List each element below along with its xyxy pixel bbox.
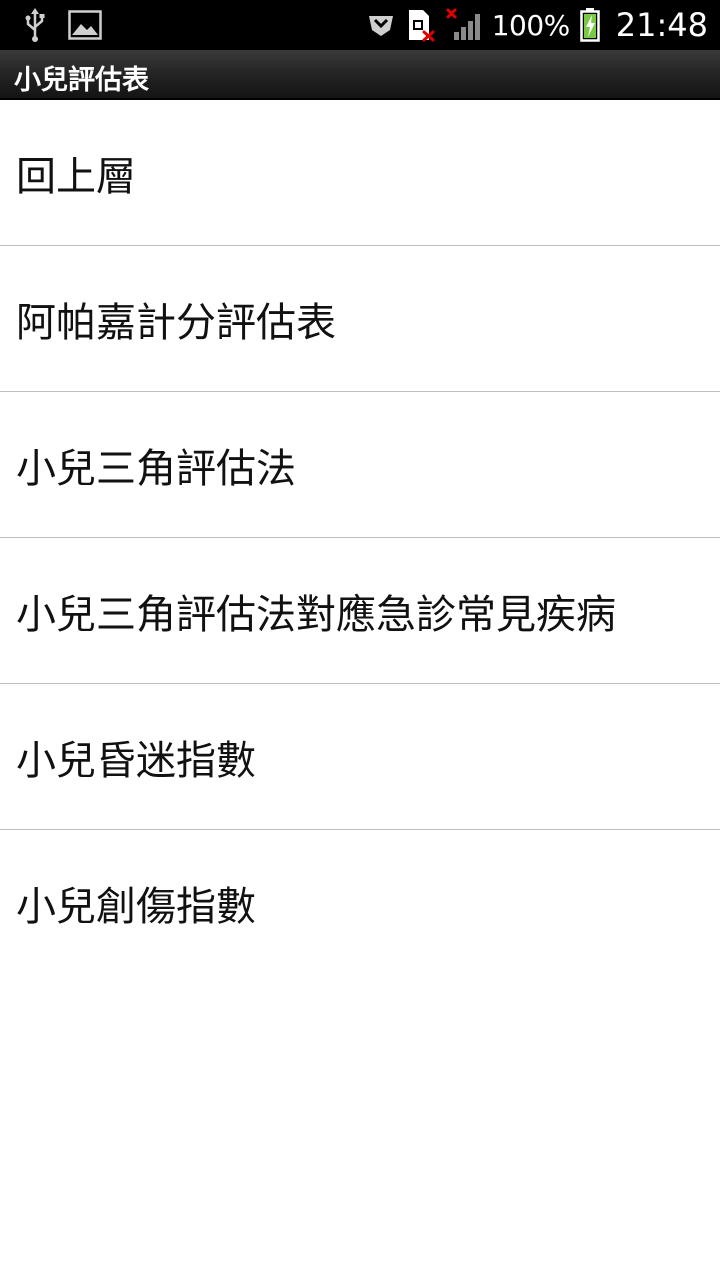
shield-icon [366,12,396,38]
menu-item-label: 阿帕嘉計分評估表 [16,299,336,346]
image-icon [68,10,102,40]
menu-item-triangle-er-diseases[interactable]: 小兒三角評估法對應急診常見疾病 [0,538,720,684]
menu-item-label: 小兒三角評估法對應急診常見疾病 [16,591,616,638]
menu-item-label: 小兒三角評估法 [16,445,296,492]
battery-percent: 100% [491,8,571,42]
menu-item-label: 小兒昏迷指數 [16,737,256,784]
menu-item-label: 小兒創傷指數 [16,883,256,930]
menu-item-back[interactable]: 回上層 [0,100,720,246]
menu-item-trauma-score[interactable]: 小兒創傷指數 [0,830,720,975]
sim-error-icon [406,8,436,42]
menu-item-pediatric-triangle[interactable]: 小兒三角評估法 [0,392,720,538]
clock: 21:48 [615,6,708,44]
status-bar-left [24,6,102,44]
usb-icon [24,8,46,42]
menu-item-label: 回上層 [16,153,136,200]
battery-charging-icon [580,8,600,42]
title-bar: 小兒評估表 [0,50,720,100]
signal-icon [446,8,482,42]
menu-item-apgar-score[interactable]: 阿帕嘉計分評估表 [0,246,720,392]
menu-list: 回上層 阿帕嘉計分評估表 小兒三角評估法 小兒三角評估法對應急診常見疾病 小兒昏… [0,100,720,975]
menu-item-coma-scale[interactable]: 小兒昏迷指數 [0,684,720,830]
status-bar: 100% 21:48 [0,0,720,50]
page-title: 小兒評估表 [14,65,149,96]
status-bar-right: 100% 21:48 [366,6,708,44]
